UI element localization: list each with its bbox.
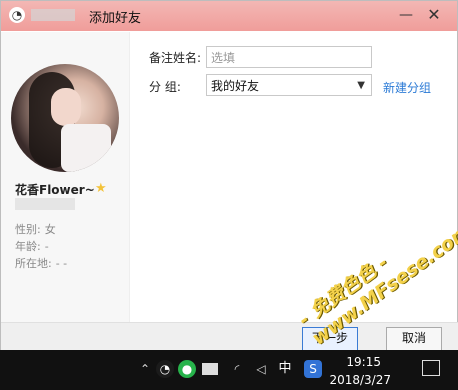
group-select[interactable]: 我的好友 ▼ — [206, 74, 372, 96]
ime-icon[interactable]: S — [304, 360, 322, 378]
age-value: - — [44, 240, 49, 253]
close-button[interactable]: ✕ — [423, 5, 445, 25]
window-title: 添加好友 — [89, 10, 142, 26]
battery-icon[interactable] — [202, 363, 218, 375]
location-info: 所在地: - - — [15, 255, 67, 271]
new-group-link[interactable]: 新建分组 — [383, 79, 431, 96]
avatar-shirt — [61, 124, 111, 172]
qq-icon: ◔ — [9, 7, 25, 23]
blurred-id — [15, 198, 75, 210]
avatar-face — [51, 88, 81, 126]
location-label: 所在地: — [15, 257, 52, 270]
group-selected-value: 我的好友 — [211, 79, 260, 93]
title-bar: ◔ 添加好友 — ✕ — [1, 1, 457, 31]
profile-panel: 花香Flower~ ★ 性别: 女 年龄: - 所在地: - - — [1, 32, 130, 322]
clock-date: 2018/3/27 — [329, 373, 391, 387]
blurred-title-segment — [31, 9, 75, 21]
notification-icon[interactable] — [422, 360, 440, 376]
clock-time: 19:15 — [346, 355, 381, 369]
group-label: 分 组: — [149, 80, 181, 94]
wifi-icon[interactable]: ◜ — [228, 360, 246, 378]
age-info: 年龄: - — [15, 238, 49, 254]
gender-label: 性别: — [15, 223, 41, 236]
location-value: - - — [55, 257, 68, 270]
ime-language-indicator[interactable]: 中 — [276, 360, 294, 378]
gender-info: 性别: 女 — [15, 221, 56, 237]
minimize-button[interactable]: — — [395, 5, 417, 25]
gender-value: 女 — [44, 223, 56, 236]
taskbar: ⌃ ◔ ● ◜ ◁ 中 S 19:15 2018/3/27 — [0, 350, 458, 390]
age-label: 年龄: — [15, 240, 41, 253]
star-icon: ★ — [95, 181, 107, 196]
remark-input[interactable]: 选填 — [206, 46, 372, 68]
cancel-button[interactable]: 取消 — [386, 327, 442, 351]
remark-label: 备注姓名: — [149, 51, 202, 65]
nickname: 花香Flower~ — [15, 183, 95, 197]
avatar — [11, 64, 119, 172]
qq-tray-icon[interactable]: ◔ — [156, 360, 174, 378]
chevron-up-icon[interactable]: ⌃ — [136, 360, 154, 378]
green-tray-icon[interactable]: ● — [178, 360, 196, 378]
chevron-down-icon: ▼ — [357, 80, 365, 91]
volume-icon[interactable]: ◁ — [252, 360, 270, 378]
